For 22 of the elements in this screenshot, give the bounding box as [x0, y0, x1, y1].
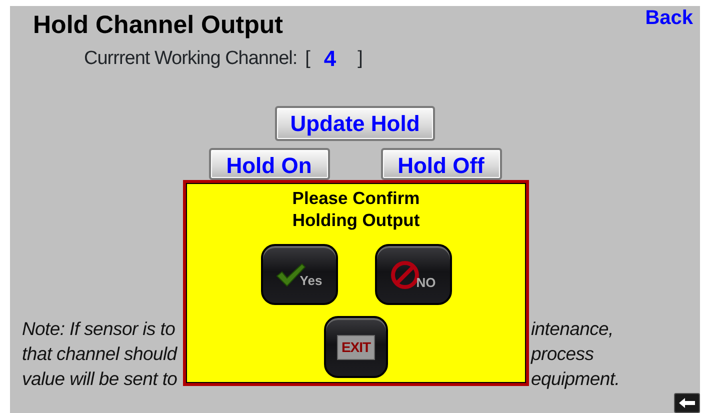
hold-button[interactable]: Hold On — [208, 148, 330, 180]
note-text: value will be sent to — [22, 368, 178, 389]
note-text: intenance, — [531, 317, 614, 341]
dialog-title: Holding Output — [291, 209, 421, 231]
back-link[interactable]: Back — [645, 6, 693, 30]
note-text: Note: If sensor is to — [22, 318, 176, 339]
dialog-no-button[interactable]: NO — [374, 244, 452, 305]
channel-value: 4 — [324, 46, 336, 72]
bracket: [ — [305, 47, 310, 71]
dialog-yes-button[interactable]: Yes — [260, 244, 338, 305]
note-text: that channel should — [22, 343, 177, 364]
page-title: Hold Channel Output — [33, 10, 283, 40]
note-text: process — [531, 342, 594, 366]
exit-button[interactable]: EXIT — [324, 316, 388, 378]
dialog-title: Please Confirm — [291, 187, 421, 209]
update-hold-button[interactable]: Update Hold — [275, 106, 435, 141]
note-text: equipment. — [531, 367, 620, 391]
arrow-icon — [678, 397, 696, 409]
back-arrow-button[interactable] — [674, 393, 700, 413]
bracket: ] — [358, 47, 362, 71]
hold-button[interactable]: Hold Off — [380, 148, 502, 180]
channel-label: Currrent Working Channel: — [84, 47, 298, 71]
